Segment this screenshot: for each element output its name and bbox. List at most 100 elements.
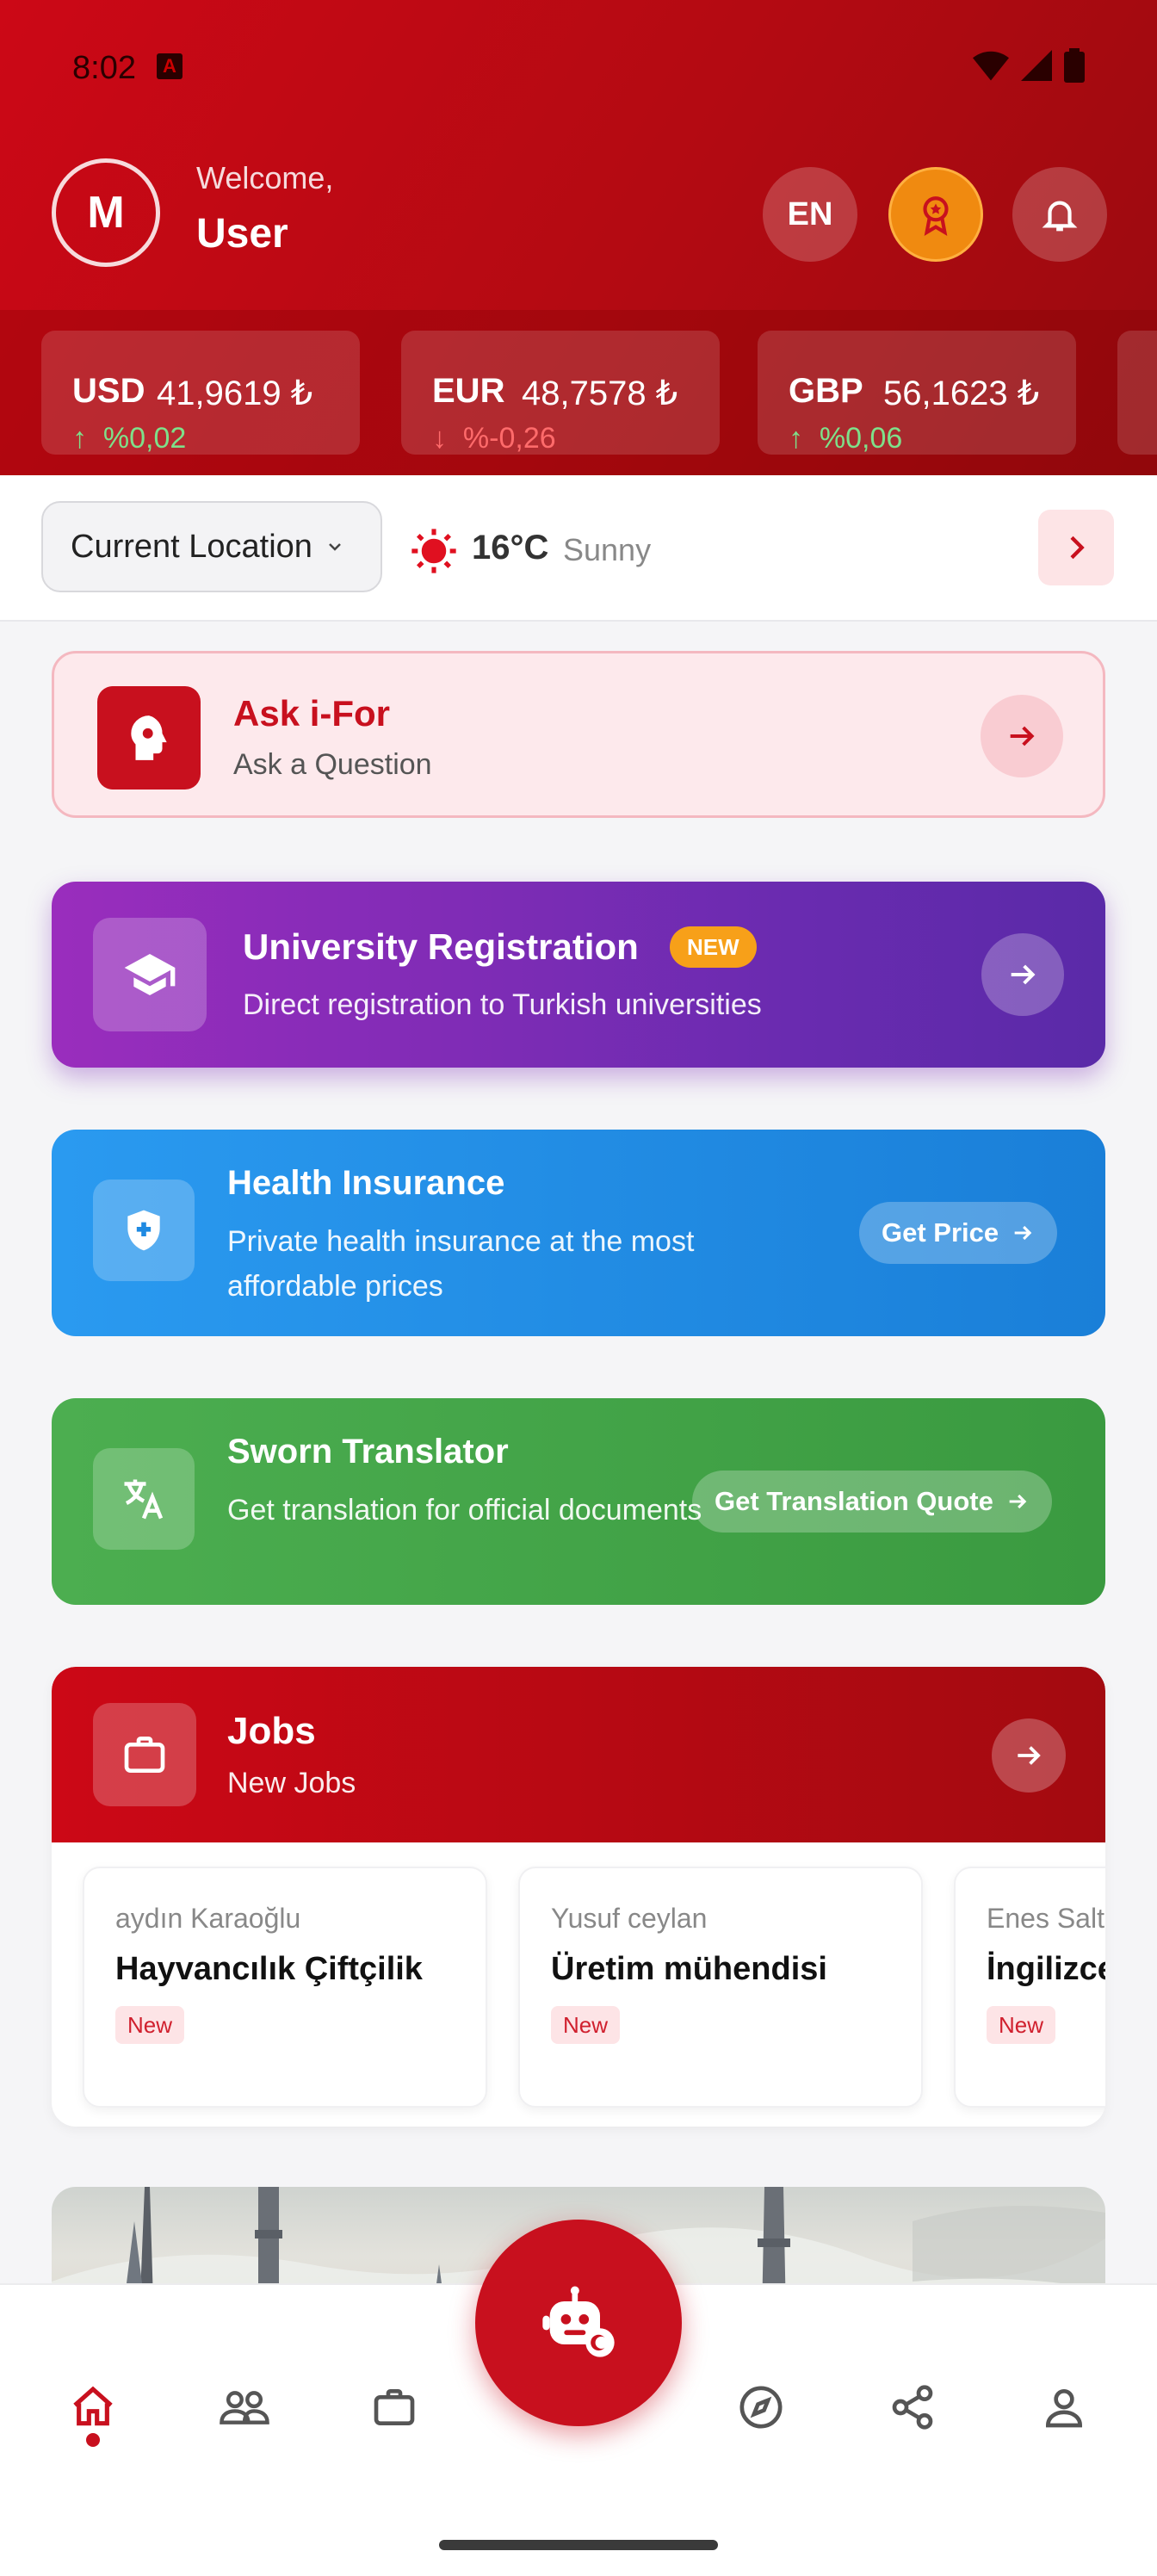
nav-profile[interactable] — [1021, 2364, 1107, 2450]
currency-code: GBP — [789, 372, 863, 410]
jobs-section: Jobs New Jobs aydın Karaoğlu Hayvancılık… — [52, 1667, 1105, 2127]
currency-value: 56,1623 ₺ — [883, 375, 1040, 412]
username: User — [196, 211, 288, 257]
translation-quote-label: Get Translation Quote — [715, 1486, 993, 1516]
rewards-button[interactable] — [888, 167, 983, 262]
jobs-header[interactable]: Jobs New Jobs — [52, 1667, 1105, 1842]
jobs-title: Jobs — [227, 1710, 316, 1752]
sworn-title: Sworn Translator — [227, 1433, 509, 1471]
currency-change-value: %-0,26 — [462, 422, 556, 455]
chevron-down-icon — [329, 543, 341, 551]
health-icon-box — [93, 1180, 195, 1281]
translate-icon — [124, 1479, 164, 1520]
cellular-icon — [1021, 50, 1052, 81]
notifications-button[interactable] — [1012, 167, 1107, 262]
sworn-translator-card[interactable]: Sworn Translator Get translation for off… — [52, 1398, 1105, 1605]
status-bar: 8:02 A — [0, 0, 1157, 138]
get-price-button[interactable]: Get Price — [859, 1202, 1058, 1264]
currency-ticker[interactable]: USD 41,9619 ₺ ↑ %0,02 EUR 48,7578 ₺ ↓ %-… — [0, 310, 1157, 475]
job-card[interactable]: Enes Salt İngilizce New — [954, 1867, 1105, 2108]
home-icon — [73, 2386, 113, 2426]
robot-assistant-icon — [542, 2286, 615, 2357]
currency-code: USD — [72, 372, 145, 410]
health-insurance-card[interactable]: Health Insurance Private health insuranc… — [52, 1130, 1105, 1336]
university-arrow-button[interactable] — [981, 933, 1064, 1016]
bell-icon — [1042, 201, 1078, 232]
arrow-right-icon — [1018, 1746, 1041, 1765]
job-card[interactable]: aydın Karaoğlu Hayvancılık Çiftçilik New — [83, 1867, 487, 2108]
award-icon — [923, 196, 949, 236]
briefcase-icon — [374, 2389, 415, 2425]
job-new-badge: New — [115, 2006, 185, 2044]
compass-icon — [739, 2386, 783, 2429]
nav-share[interactable] — [869, 2364, 956, 2450]
weather-details-button[interactable] — [1038, 510, 1114, 585]
job-role: Üretim mühendisi — [551, 1951, 827, 1987]
location-label: Current Location — [71, 528, 312, 565]
active-indicator — [86, 2433, 100, 2447]
avatar[interactable]: M — [52, 158, 160, 267]
arrow-right-icon — [1014, 1225, 1032, 1241]
graduation-cap-icon — [124, 954, 176, 995]
nav-explore[interactable] — [718, 2364, 804, 2450]
job-new-badge: New — [987, 2006, 1056, 2044]
weather-condition: Sunny — [563, 532, 652, 567]
nav-jobs[interactable] — [351, 2364, 437, 2450]
wifi-icon — [973, 51, 1009, 81]
head-gear-icon — [131, 715, 167, 760]
language-button[interactable]: EN — [763, 167, 857, 262]
currency-value: 41,9619 ₺ — [157, 375, 313, 412]
get-price-label: Get Price — [882, 1217, 999, 1248]
briefcase-icon — [124, 1737, 165, 1773]
location-selector[interactable]: Current Location — [41, 501, 382, 592]
jobs-arrow-button[interactable] — [992, 1718, 1066, 1793]
currency-card-gbp[interactable]: GBP 56,1623 ₺ ↑ %0,06 — [758, 331, 1076, 455]
jobs-subtitle: New Jobs — [227, 1767, 356, 1799]
ask-subtitle: Ask a Question — [233, 748, 432, 781]
currency-value: 48,7578 ₺ — [522, 375, 678, 412]
weather-bar: Current Location 16°C Sunny — [0, 475, 1157, 622]
ask-icon-box — [97, 686, 201, 790]
translator-icon-box — [93, 1448, 195, 1550]
status-time: 8:02 — [72, 50, 136, 86]
temperature: 16°C — [472, 529, 549, 567]
job-role: Hayvancılık Çiftçilik — [115, 1951, 423, 1987]
ask-arrow-button[interactable] — [981, 695, 1063, 777]
profile-icon — [1045, 2389, 1083, 2428]
arrow-right-icon — [1009, 1494, 1027, 1509]
health-subtitle: Private health insurance at the most aff… — [227, 1225, 695, 1303]
currency-card-usd[interactable]: USD 41,9619 ₺ ↑ %0,02 — [41, 331, 360, 455]
currency-card-eur[interactable]: EUR 48,7578 ₺ ↓ %-0,26 — [401, 331, 720, 455]
status-icons — [973, 48, 1085, 83]
chevron-right-icon — [1070, 536, 1085, 560]
gesture-bar[interactable] — [439, 2540, 718, 2550]
new-badge: NEW — [670, 926, 757, 968]
job-role: İngilizce — [987, 1951, 1105, 1987]
currency-change-value: %0,06 — [819, 422, 903, 455]
university-card[interactable]: University Registration NEW Direct regis… — [52, 882, 1105, 1068]
currency-change: ↑ %0,06 — [789, 422, 903, 455]
university-subtitle: Direct registration to Turkish universit… — [243, 988, 762, 1021]
arrow-right-icon — [1011, 964, 1036, 985]
app-notification-icon: A — [157, 53, 183, 79]
university-title: University Registration — [243, 926, 639, 967]
ask-card[interactable]: Ask i-For Ask a Question — [52, 651, 1105, 818]
get-translation-quote-button[interactable]: Get Translation Quote — [692, 1471, 1052, 1533]
currency-change: ↑ %0,02 — [72, 422, 187, 455]
community-icon — [220, 2391, 269, 2424]
app-header: 8:02 A M Welcome, User EN USD 41,9619 ₺ … — [0, 0, 1157, 475]
health-title: Health Insurance — [227, 1164, 505, 1202]
jobs-icon-box — [93, 1703, 196, 1806]
arrow-right-icon — [1010, 726, 1035, 746]
currency-change: ↓ %-0,26 — [432, 422, 556, 455]
job-new-badge: New — [551, 2006, 621, 2044]
battery-icon — [1064, 48, 1085, 83]
job-card[interactable]: Yusuf ceylan Üretim mühendisi New — [518, 1867, 923, 2108]
currency-card-partial[interactable] — [1117, 331, 1157, 455]
welcome-text: Welcome, — [196, 160, 334, 195]
nav-community[interactable] — [201, 2364, 288, 2450]
job-poster: aydın Karaoğlu — [115, 1903, 301, 1934]
ai-assistant-button[interactable] — [475, 2220, 682, 2426]
shield-plus-icon — [127, 1210, 160, 1251]
job-poster: Yusuf ceylan — [551, 1903, 708, 1934]
